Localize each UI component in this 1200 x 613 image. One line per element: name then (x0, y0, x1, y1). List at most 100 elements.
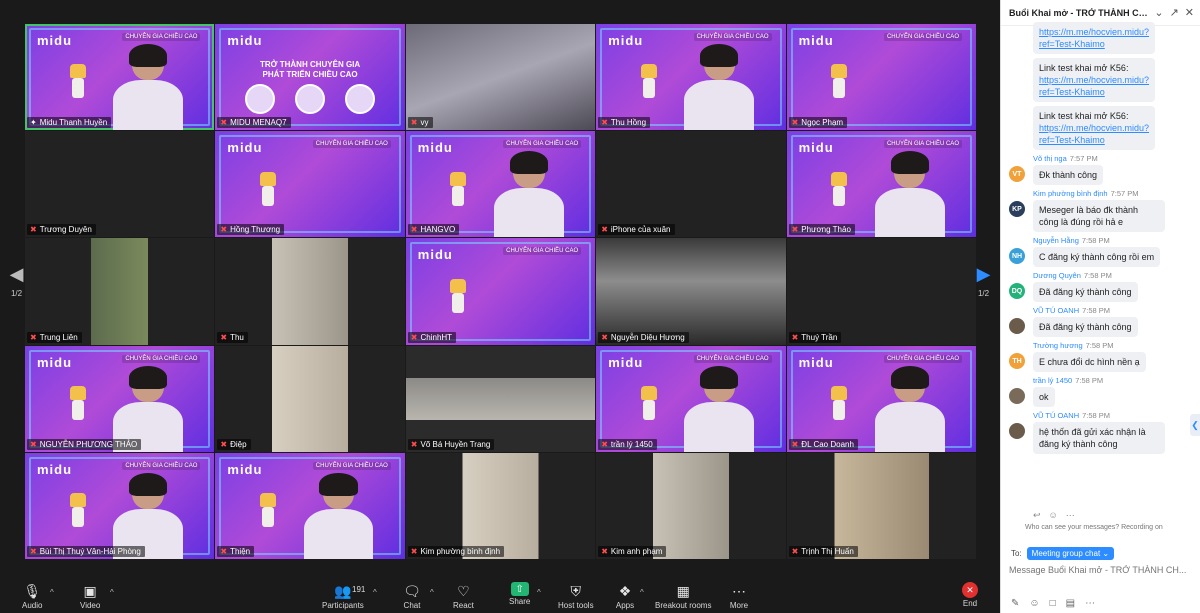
participant-tile[interactable]: midu CHUYÊN GIA CHIỀU CAO ✖ Hồng Thương (215, 131, 405, 238)
participant-tile[interactable]: ✖ Trung Liên (25, 238, 215, 345)
reply-icon[interactable]: ↩ (1033, 510, 1041, 521)
message-link[interactable]: ref=Test-Khaimo (1039, 39, 1105, 49)
microphone-muted-icon: ✖ (791, 332, 799, 342)
participant-name-tag: ✖ Điệp (217, 438, 251, 450)
brand-tag: CHUYÊN GIA CHIỀU CAO (883, 140, 962, 149)
apps-button[interactable]: ❖ Apps (615, 582, 635, 611)
message-time: 7:57 PM (1110, 189, 1139, 198)
share-screen-button[interactable]: ⇧ Share (509, 582, 530, 606)
chevron-left-icon[interactable]: ❮ (1190, 414, 1200, 436)
emoji-icon[interactable]: ☺ (1049, 510, 1058, 521)
chat-message[interactable]: Link test khai mở K56: https://m.me/hocvi… (1001, 56, 1191, 102)
message-link[interactable]: ref=Test-Khaimo (1039, 135, 1105, 145)
participant-tile[interactable]: ✖ Trịnh Thị Huấn (786, 452, 976, 559)
participant-tile[interactable]: ✖ Thu (215, 238, 405, 345)
participant-tile[interactable]: midu CHUYÊN GIA CHIỀU CAO ✖ Bùi Thị Thuý Vâ… (25, 452, 215, 559)
microphone-muted-icon: ✖ (601, 439, 608, 449)
end-meeting-button[interactable]: ✕ End (962, 582, 978, 608)
participant-tile[interactable]: ✖ Kim anh phạm (596, 452, 786, 559)
participants-count: 191 (352, 585, 366, 594)
apps-options-caret-icon[interactable]: ^ (640, 588, 644, 597)
participant-tile[interactable]: midu CHUYÊN GIA CHIỀU CAO ✖ HANGVO (405, 131, 596, 238)
participant-name: Thiện (230, 546, 251, 556)
next-page-button[interactable]: ▶ 1/2 (971, 264, 996, 298)
message-time: 7:58 PM (1081, 236, 1110, 245)
participant-tile[interactable]: midu CHUYÊN GIA CHIỀU CAO ✖ NGUYỄN PHƯƠNG T… (25, 345, 215, 452)
message-link[interactable]: https://m.me/hocvien.midu? (1039, 123, 1149, 133)
recipient-select[interactable]: Meeting group chat ⌄ (1026, 547, 1115, 560)
participant-video (866, 151, 953, 238)
participant-tile[interactable]: midu CHUYÊN GIA CHIỀU CAO ✖ trần lý 1450 (596, 345, 786, 452)
react-button[interactable]: ♡ React (453, 582, 474, 611)
message-time: 7:58 PM (1082, 306, 1111, 315)
chat-button[interactable]: 🗨 Chat (402, 582, 422, 611)
more-dots-icon[interactable]: ⋯ (1066, 510, 1075, 521)
participant-tile[interactable]: midu CHUYÊN GIA CHIỀU CAO ✖ ĐL Cao Doanh (786, 345, 976, 452)
message-sender: Nguyễn Hằng 7:58 PM (1033, 236, 1110, 245)
poster-speakers (235, 84, 384, 114)
message-link[interactable]: ref=Test-Khaimo (1039, 87, 1105, 97)
video-options-caret-icon[interactable]: ^ (110, 588, 114, 597)
message-bubble: Link test khai mở K56: https://m.me/hocvi… (1033, 58, 1156, 102)
participant-name: vy (420, 118, 429, 128)
participant-tile[interactable]: midu CHUYÊN GIA CHIỀU CAO ✖ Thu Hồng (596, 24, 786, 131)
chat-message[interactable]: VŨ TÚ OANH 7:58 PM Đã đăng ký thành công (1001, 306, 1191, 337)
participant-tile[interactable]: midu TRỞ THÀNH CHUYÊN GIA PHÁT TRIỂN CHIỀU… (215, 24, 405, 131)
participant-tile[interactable]: ✖ Kim phường bình định (405, 452, 596, 559)
participant-tile[interactable]: ✖ iPhone của xuân (596, 131, 786, 238)
file-icon[interactable]: ▤ (1066, 598, 1075, 609)
screenshot-icon[interactable]: □ (1050, 598, 1056, 609)
message-visibility-notice[interactable]: Who can see your messages? Recording on (1025, 524, 1163, 531)
participant-tile[interactable]: ✖ vy (405, 24, 596, 131)
chat-message-list[interactable]: https://m.me/hocvien.midu? ref=Test-Khaim… (1001, 18, 1191, 518)
chat-panel: Buổi Khai mở - TRỞ THÀNH CH... ⌄ ↗ ✕ htt… (1000, 0, 1200, 613)
participant-name-tag: ✖ Hồng Thương (217, 224, 285, 236)
audio-options-caret-icon[interactable]: ^ (50, 588, 54, 597)
message-link[interactable]: https://m.me/hocvien.midu? (1039, 75, 1149, 85)
chat-message[interactable]: TH Trường hương 7:58 PM E chưa đổi dc hình … (1001, 341, 1191, 372)
chat-message[interactable]: trần lý 1450 7:58 PM ok (1001, 376, 1191, 407)
participant-tile[interactable]: ✖ Thuý Trần (786, 238, 976, 345)
message-bubble: Link test khai mở K56: https://m.me/hocvi… (1033, 106, 1156, 150)
more-button[interactable]: ⋯ More (729, 582, 749, 611)
page-indicator-right: 1/2 (977, 289, 990, 298)
audio-button[interactable]: 🎙 Audio (22, 582, 42, 611)
participants-options-caret-icon[interactable]: ^ (373, 588, 377, 597)
chat-message[interactable]: DQ Dương Quyên 7:58 PM Đã đăng ký thành côn… (1001, 271, 1191, 302)
breakout-rooms-button[interactable]: ▦ Breakout rooms (655, 582, 711, 611)
chat-message[interactable]: VT Võ thị nga 7:57 PM Đk thành công (1001, 154, 1191, 185)
participant-tile[interactable]: midu CHUYÊN GIA CHIỀU CAO ✖ ChinhHT (405, 238, 596, 345)
message-input[interactable] (1009, 565, 1191, 575)
microphone-muted-icon: ✖ (220, 439, 228, 449)
emoji-icon[interactable]: ☺ (1029, 598, 1039, 609)
message-link[interactable]: https://m.me/hocvien.midu? (1039, 27, 1149, 37)
participant-tile[interactable]: midu CHUYÊN GIA CHIỀU CAO ✦ Midu Thanh Huyề… (25, 24, 215, 131)
host-tools-button[interactable]: ⛨ Host tools (558, 582, 594, 611)
brand-logo: midu (37, 354, 73, 370)
participant-tile[interactable]: midu CHUYÊN GIA CHIỀU CAO ✖ Thiện (215, 452, 405, 559)
more-dots-icon[interactable]: ⋯ (1085, 598, 1095, 609)
format-icon[interactable]: ✎ (1011, 598, 1019, 609)
video-button[interactable]: ▣ Video (80, 582, 100, 611)
participant-tile[interactable]: midu CHUYÊN GIA CHIỀU CAO ✖ Phương Thảo (786, 131, 976, 238)
participant-name-tag: ✖ vy (407, 117, 433, 129)
microphone-muted-icon: ✖ (601, 332, 608, 342)
chat-message[interactable]: NH Nguyễn Hằng 7:58 PM C đăng ký thành công… (1001, 236, 1191, 267)
participant-tile[interactable]: ✖ Điệp (215, 345, 405, 452)
participant-tile[interactable]: midu CHUYÊN GIA CHIỀU CAO ✖ Ngọc Phạm (786, 24, 976, 131)
chat-message[interactable]: https://m.me/hocvien.midu? ref=Test-Khaim… (1001, 20, 1191, 54)
chat-message[interactable]: Link test khai mở K56: https://m.me/hocvi… (1001, 104, 1191, 150)
participant-name: Thuý Trần (801, 332, 838, 342)
chat-message[interactable]: VŨ TÚ OANH 7:58 PM hệ thốn đã gửi xác nhận… (1001, 411, 1191, 454)
share-options-caret-icon[interactable]: ^ (537, 588, 541, 597)
participant-name: NGUYỄN PHƯƠNG THẢO (39, 439, 138, 449)
chat-options-caret-icon[interactable]: ^ (430, 588, 434, 597)
participant-name-tag: ✖ iPhone của xuân (598, 224, 675, 236)
chat-message[interactable]: KP Kim phường bình định 7:57 PM Meseger là … (1001, 189, 1191, 232)
message-bubble: https://m.me/hocvien.midu? ref=Test-Khaim… (1033, 22, 1156, 54)
participant-tile[interactable]: ✖ Võ Bá Huyền Trang (405, 345, 596, 452)
participant-tile[interactable]: ✖ Trương Duyên (25, 131, 215, 238)
participant-tile[interactable]: ✖ Nguyễn Diệu Hương (596, 238, 786, 345)
message-time: 7:58 PM (1083, 271, 1112, 280)
apps-icon: ❖ (618, 582, 632, 599)
